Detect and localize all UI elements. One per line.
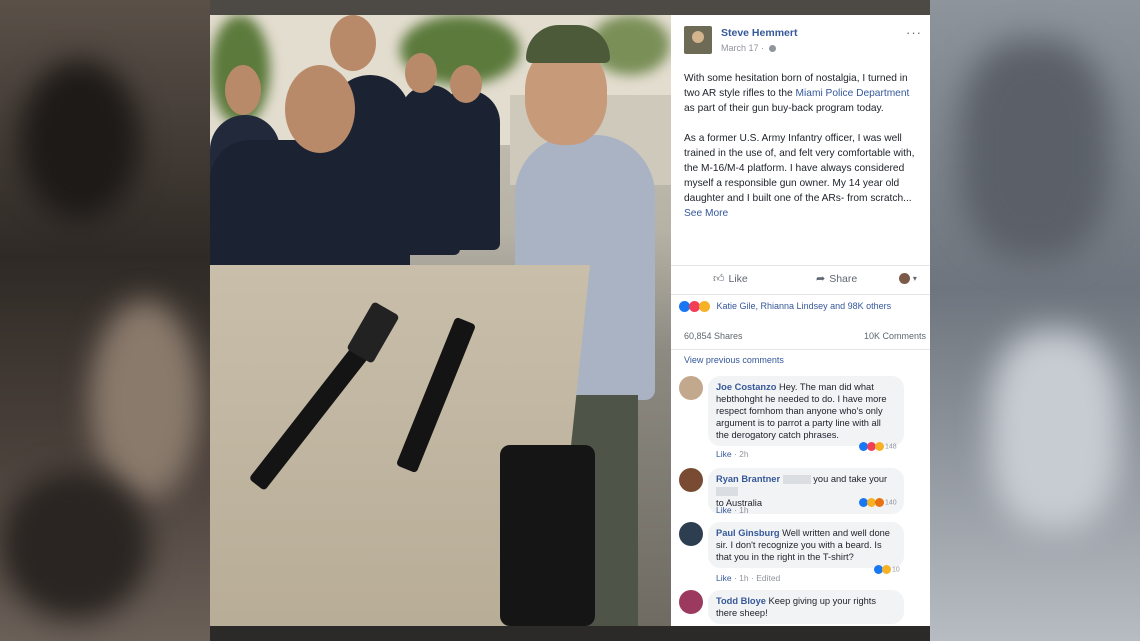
commenter-name[interactable]: Ryan Brantner	[716, 474, 780, 484]
comment-meta: Like · 1h · Edited	[716, 573, 781, 583]
comment-reactions[interactable]: 148	[859, 442, 897, 451]
post-header: Steve Hemmert March 17 · ···	[671, 15, 930, 61]
comment-item: Todd Bloye Keep giving up your rights th…	[679, 590, 929, 626]
commenter-avatar[interactable]	[679, 522, 703, 546]
see-more-link[interactable]: See More	[684, 208, 728, 219]
share-label: Share	[829, 273, 858, 285]
viewer-avatar	[899, 272, 910, 284]
comment-time[interactable]: 1h	[739, 505, 748, 515]
comment-bubble: Todd Bloye Keep giving up your rights th…	[708, 590, 904, 624]
post-timestamp[interactable]: March 17 ·	[721, 43, 776, 53]
post-date[interactable]: March 17	[721, 43, 759, 53]
commenter-avatar[interactable]	[679, 590, 703, 614]
comment-item: Joe Costanzo Hey. The man did what hebth…	[679, 376, 929, 459]
blurred-background-right	[930, 0, 1140, 641]
commenter-name[interactable]: Joe Costanzo	[716, 382, 776, 392]
comment-item: Paul Ginsburg Well written and well done…	[679, 522, 929, 584]
reaction-count: 148	[884, 443, 897, 451]
author-avatar[interactable]	[684, 26, 712, 54]
laugh-reaction-icon	[882, 565, 891, 574]
reactions-summary[interactable]: Katie Gile, Rhianna Lindsey and 98K othe…	[679, 301, 892, 313]
comment-like-link[interactable]: Like	[716, 449, 732, 459]
separator: ·	[761, 43, 767, 53]
like-button[interactable]: 👍︎ Like	[713, 272, 748, 285]
author-name[interactable]: Steve Hemmert	[721, 27, 797, 39]
comment-bubble: Joe Costanzo Hey. The man did what hebth…	[708, 376, 904, 446]
post-paragraph-2: As a former U.S. Army Infantry officer, …	[684, 131, 920, 221]
comment-reactions[interactable]: 140	[859, 498, 897, 507]
reactors-text: Katie Gile, Rhianna Lindsey and 98K othe…	[716, 301, 892, 311]
thumbs-up-icon: 👍︎	[713, 273, 725, 285]
post-paragraph-1: With some hesitation born of nostalgia, …	[684, 71, 920, 116]
comment-bubble: Paul Ginsburg Well written and well done…	[708, 522, 904, 568]
post-photo[interactable]	[210, 15, 671, 626]
share-button[interactable]: ➦ Share	[816, 272, 857, 285]
comment-like-link[interactable]: Like	[716, 505, 732, 515]
comment-time[interactable]: 1h	[739, 573, 748, 583]
angry-reaction-icon	[875, 498, 884, 507]
miami-police-link[interactable]: Miami Police Department	[796, 88, 910, 99]
commenter-avatar[interactable]	[679, 468, 703, 492]
comment-item: Ryan Brantner you and take your to Austr…	[679, 468, 929, 518]
view-previous-comments-link[interactable]: View previous comments	[684, 355, 784, 365]
audience-selector[interactable]: ▾	[899, 272, 917, 284]
angry-reaction-icon	[699, 301, 710, 313]
comment-like-link[interactable]: Like	[716, 573, 732, 583]
redacted-text	[782, 475, 811, 485]
blurred-background-bottom	[210, 626, 930, 641]
reaction-count: 140	[884, 499, 897, 507]
comment-reactions[interactable]: 10	[874, 565, 900, 574]
commenter-name[interactable]: Todd Bloye	[716, 596, 766, 606]
angry-reaction-icon	[875, 442, 884, 451]
paragraph-text: as part of their gun buy-back program to…	[684, 103, 884, 114]
more-options-icon[interactable]: ···	[906, 25, 922, 40]
comment-meta: Like · 2h	[716, 449, 749, 459]
comment-meta: Like · 1h	[716, 505, 749, 515]
post-stats: 60,854 Shares 10K Comments	[671, 327, 930, 350]
chevron-down-icon: ▾	[912, 274, 917, 283]
commenter-name[interactable]: Paul Ginsburg	[716, 528, 780, 538]
share-arrow-icon: ➦	[816, 273, 826, 285]
blurred-background-left	[0, 0, 210, 641]
shares-count[interactable]: 60,854 Shares	[684, 331, 743, 341]
post-actions-bar: 👍︎ Like ➦ Share ▾	[671, 265, 930, 295]
globe-icon	[768, 45, 776, 53]
blurred-background-top	[210, 0, 930, 15]
commenter-avatar[interactable]	[679, 376, 703, 400]
comment-text: you and take your	[813, 474, 888, 484]
comment-time[interactable]: 2h	[739, 449, 748, 459]
redacted-text	[716, 487, 738, 497]
paragraph-text: As a former U.S. Army Infantry officer, …	[684, 133, 915, 204]
comments-count[interactable]: 10K Comments	[864, 331, 926, 341]
like-label: Like	[728, 273, 748, 285]
post-body: With some hesitation born of nostalgia, …	[684, 71, 920, 236]
comment-edited[interactable]: Edited	[756, 573, 780, 583]
facebook-post-panel: Steve Hemmert March 17 · ··· With some h…	[671, 15, 930, 626]
reaction-count: 10	[891, 566, 900, 574]
